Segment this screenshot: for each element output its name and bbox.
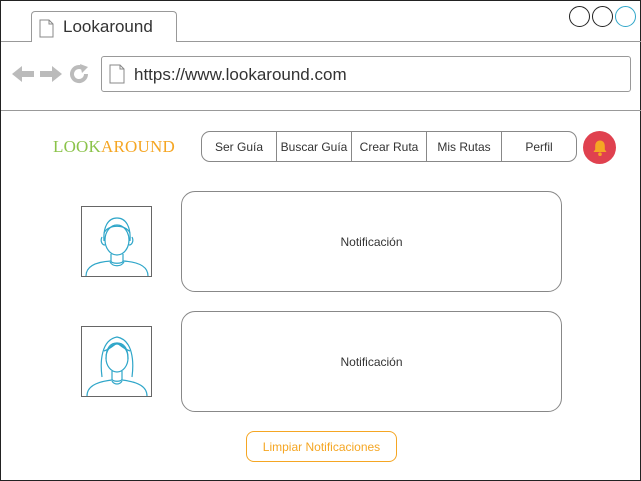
female-user-icon xyxy=(86,336,148,396)
maximize-button[interactable] xyxy=(592,6,613,27)
notification-card[interactable]: Notificación xyxy=(181,191,562,292)
bell-icon xyxy=(593,140,606,156)
page-icon xyxy=(39,19,54,38)
notification-card[interactable]: Notificación xyxy=(181,311,562,412)
menu-item-ser-guia[interactable]: Ser Guía xyxy=(202,132,277,161)
page-icon xyxy=(109,64,125,84)
menu-item-buscar-guia[interactable]: Buscar Guía xyxy=(277,132,352,161)
minimize-button[interactable] xyxy=(569,6,590,27)
menu-item-perfil[interactable]: Perfil xyxy=(502,132,576,161)
back-arrow-icon[interactable] xyxy=(11,61,35,87)
browser-tab[interactable]: Lookaround xyxy=(31,11,177,42)
notifications-button[interactable] xyxy=(583,131,616,164)
reload-icon[interactable] xyxy=(67,61,91,87)
navigation-controls xyxy=(11,61,91,87)
tab-title: Lookaround xyxy=(63,17,153,36)
logo-around: AROUND xyxy=(101,137,175,156)
menu-item-mis-rutas[interactable]: Mis Rutas xyxy=(427,132,502,161)
main-menu: Ser Guía Buscar Guía Crear Ruta Mis Ruta… xyxy=(201,131,577,162)
menu-item-crear-ruta[interactable]: Crear Ruta xyxy=(352,132,427,161)
avatar xyxy=(81,326,152,397)
browser-window: Lookaround https://www.lookaround.com LO… xyxy=(0,0,641,481)
browser-chrome-divider xyxy=(1,110,641,111)
close-button[interactable] xyxy=(615,6,636,27)
avatar xyxy=(81,206,152,277)
window-controls xyxy=(569,6,636,27)
forward-arrow-icon[interactable] xyxy=(39,61,63,87)
app-logo[interactable]: LOOKAROUND xyxy=(53,137,175,157)
clear-notifications-button[interactable]: Limpiar Notificaciones xyxy=(246,431,397,462)
url-text: https://www.lookaround.com xyxy=(134,65,347,84)
logo-look: LOOK xyxy=(53,137,102,156)
address-bar[interactable]: https://www.lookaround.com xyxy=(101,56,631,92)
male-user-icon xyxy=(85,217,149,276)
